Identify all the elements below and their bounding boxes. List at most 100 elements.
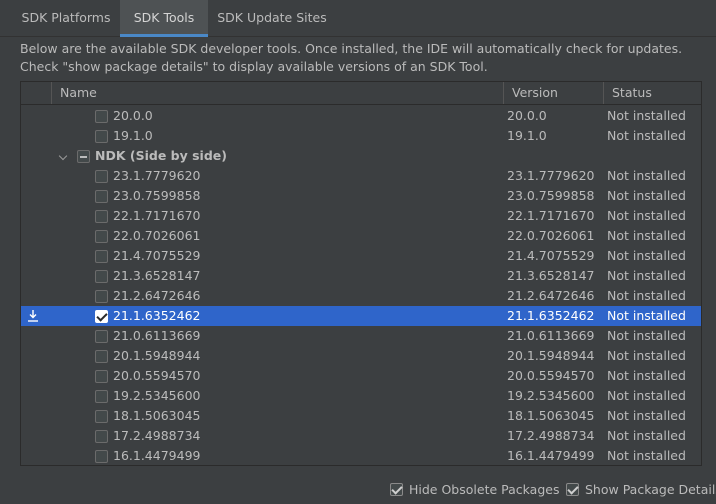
row-name: 22.0.7026061	[113, 228, 201, 243]
row-status: Not installed	[607, 128, 686, 143]
row-name: 20.0.0	[113, 108, 153, 123]
table-row[interactable]: 17.2.4988734 17.2.4988734 Not installed	[21, 426, 701, 446]
row-version: 21.4.7075529	[507, 248, 595, 263]
checkbox-icon[interactable]	[95, 410, 108, 423]
show-package-details-checkbox[interactable]: Show Package Details	[566, 480, 716, 500]
checkbox-icon[interactable]	[95, 130, 108, 143]
row-version: 21.1.6352462	[507, 308, 595, 323]
download-icon	[28, 310, 38, 322]
table-row[interactable]: 21.4.7075529 21.4.7075529 Not installed	[21, 246, 701, 266]
row-status: Not installed	[607, 388, 686, 403]
row-status: Not installed	[607, 428, 686, 443]
row-name: 21.0.6113669	[113, 328, 201, 343]
chevron-down-icon[interactable]	[58, 151, 68, 161]
row-version: 18.1.5063045	[507, 408, 595, 423]
checkbox-icon[interactable]	[95, 350, 108, 363]
checkbox-icon[interactable]	[95, 330, 108, 343]
row-name: 23.1.7779620	[113, 168, 201, 183]
checkbox-icon[interactable]	[95, 450, 108, 463]
column-header-version[interactable]: Version	[503, 82, 603, 104]
table-row[interactable]: 16.1.4479499 16.1.4479499 Not installed	[21, 446, 701, 465]
checkbox-icon[interactable]	[95, 210, 108, 223]
row-status: Not installed	[607, 108, 686, 123]
table-row[interactable]: 21.2.6472646 21.2.6472646 Not installed	[21, 286, 701, 306]
row-status: Not installed	[607, 368, 686, 383]
table-row[interactable]: 20.0.0 20.0.0 Not installed	[21, 106, 701, 126]
row-name: 20.1.5948944	[113, 348, 201, 363]
row-name: 19.2.5345600	[113, 388, 201, 403]
row-version: 16.1.4479499	[507, 448, 595, 463]
row-status: Not installed	[607, 448, 686, 463]
table-row[interactable]: 22.0.7026061 22.0.7026061 Not installed	[21, 226, 701, 246]
tab-sdk-platforms[interactable]: SDK Platforms	[12, 0, 120, 37]
checkbox-icon[interactable]	[95, 370, 108, 383]
table-row[interactable]: 19.1.0 19.1.0 Not installed	[21, 126, 701, 146]
row-status: Not installed	[607, 348, 686, 363]
column-header-action	[21, 82, 51, 104]
table-row[interactable]: 21.3.6528147 21.3.6528147 Not installed	[21, 266, 701, 286]
checkbox-icon[interactable]	[95, 170, 108, 183]
row-name: NDK (Side by side)	[95, 148, 227, 163]
row-name: 21.4.7075529	[113, 248, 201, 263]
table-row[interactable]: 21.1.6352462 21.1.6352462 Not installed	[21, 306, 701, 326]
row-version: 22.1.7171670	[507, 208, 595, 223]
row-name: 20.0.5594570	[113, 368, 201, 383]
table-row[interactable]: 23.0.7599858 23.0.7599858 Not installed	[21, 186, 701, 206]
table-row[interactable]: 20.0.5594570 20.0.5594570 Not installed	[21, 366, 701, 386]
table-row[interactable]: 23.1.7779620 23.1.7779620 Not installed	[21, 166, 701, 186]
table-row[interactable]: 20.1.5948944 20.1.5948944 Not installed	[21, 346, 701, 366]
row-status: Not installed	[607, 288, 686, 303]
row-status: Not installed	[607, 208, 686, 223]
row-name: 16.1.4479499	[113, 448, 201, 463]
sdk-tools-table: Name Version Status 20.0.0 20.0.0 Not inst…	[20, 81, 702, 466]
row-name: 18.1.5063045	[113, 408, 201, 423]
row-status: Not installed	[607, 308, 686, 323]
tab-bar: SDK Platforms SDK Tools SDK Update Sites	[0, 0, 716, 37]
row-version: 21.3.6528147	[507, 268, 595, 283]
row-status: Not installed	[607, 168, 686, 183]
checkbox-icon[interactable]	[95, 190, 108, 203]
row-status: Not installed	[607, 268, 686, 283]
checkbox-icon[interactable]	[95, 270, 108, 283]
row-version: 19.1.0	[507, 128, 547, 143]
table-group-row[interactable]: NDK (Side by side)	[21, 146, 701, 166]
checkbox-mixed-icon[interactable]	[77, 150, 90, 163]
checkbox-icon[interactable]	[95, 290, 108, 303]
checkbox-icon[interactable]	[95, 230, 108, 243]
tab-sdk-tools[interactable]: SDK Tools	[120, 0, 208, 37]
row-name: 21.1.6352462	[113, 308, 201, 323]
row-version: 23.1.7779620	[507, 168, 595, 183]
table-row[interactable]: 21.0.6113669 21.0.6113669 Not installed	[21, 326, 701, 346]
row-status: Not installed	[607, 248, 686, 263]
checkbox-icon[interactable]	[95, 110, 108, 123]
row-name: 22.1.7171670	[113, 208, 201, 223]
row-name: 21.2.6472646	[113, 288, 201, 303]
row-name: 21.3.6528147	[113, 268, 201, 283]
tab-sdk-update-sites[interactable]: SDK Update Sites	[208, 0, 336, 37]
checkbox-icon[interactable]	[95, 250, 108, 263]
row-status: Not installed	[607, 328, 686, 343]
checkbox-checked-icon[interactable]	[95, 310, 108, 323]
table-row[interactable]: 22.1.7171670 22.1.7171670 Not installed	[21, 206, 701, 226]
row-status: Not installed	[607, 228, 686, 243]
row-version: 17.2.4988734	[507, 428, 595, 443]
row-version: 20.1.5948944	[507, 348, 595, 363]
column-header-name[interactable]: Name	[51, 82, 503, 104]
table-header: Name Version Status	[21, 82, 701, 105]
table-row[interactable]: 18.1.5063045 18.1.5063045 Not installed	[21, 406, 701, 426]
row-name: 17.2.4988734	[113, 428, 201, 443]
description-text: Below are the available SDK developer to…	[20, 41, 683, 74]
column-header-status[interactable]: Status	[603, 82, 701, 104]
show-package-details-label: Show Package Details	[585, 482, 716, 497]
row-name: 19.1.0	[113, 128, 153, 143]
table-row[interactable]: 19.2.5345600 19.2.5345600 Not installed	[21, 386, 701, 406]
hide-obsolete-label: Hide Obsolete Packages	[409, 482, 560, 497]
row-version: 19.2.5345600	[507, 388, 595, 403]
checkbox-icon[interactable]	[95, 430, 108, 443]
row-version: 20.0.5594570	[507, 368, 595, 383]
row-name: 23.0.7599858	[113, 188, 201, 203]
checkbox-checked-icon[interactable]	[566, 483, 579, 496]
checkbox-checked-icon[interactable]	[390, 483, 403, 496]
checkbox-icon[interactable]	[95, 390, 108, 403]
hide-obsolete-checkbox[interactable]: Hide Obsolete Packages	[390, 480, 560, 500]
